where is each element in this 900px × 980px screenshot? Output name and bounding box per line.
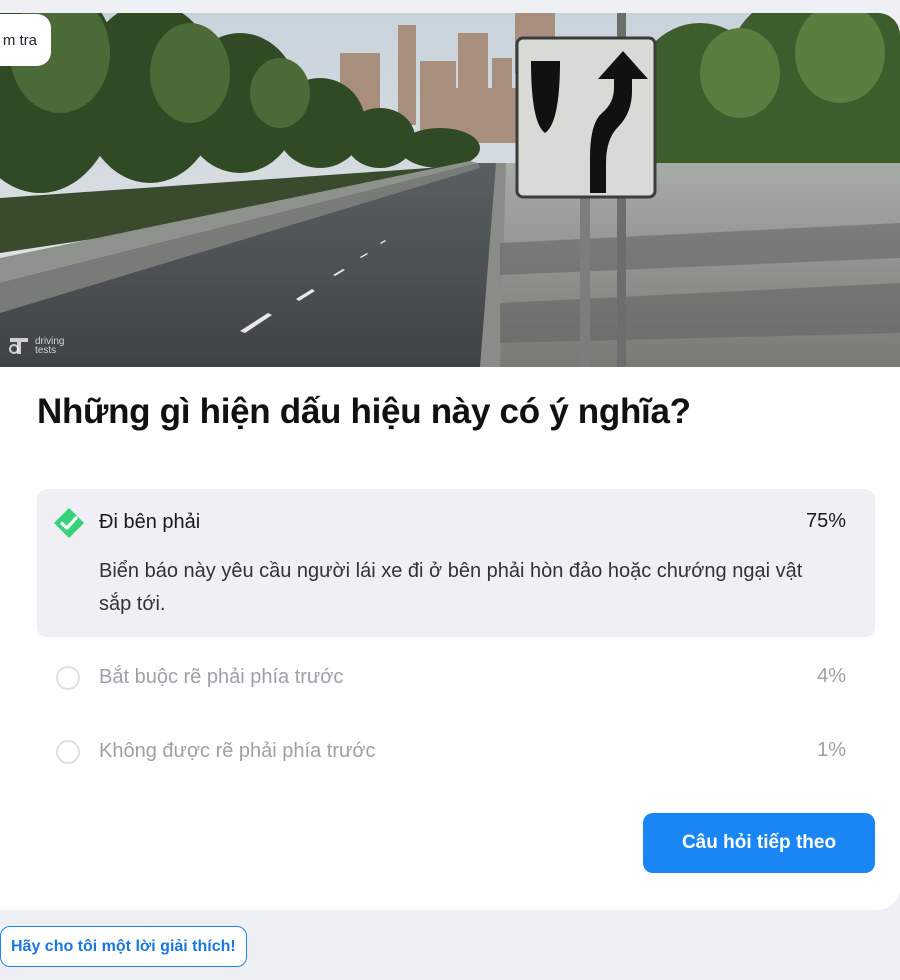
- correct-check-icon: [54, 508, 84, 538]
- answer-option-label: Bắt buộc rẽ phải phía trước: [99, 666, 344, 688]
- answer-option[interactable]: Không được rẽ phải phía trước 1%: [37, 723, 875, 783]
- watermark-text: driving tests: [35, 336, 65, 356]
- driving-tests-logo-icon: [9, 338, 28, 354]
- next-question-button[interactable]: Câu hỏi tiếp theo: [643, 813, 875, 873]
- answer-option-percent: 4%: [817, 665, 846, 687]
- answer-option-percent: 75%: [805, 510, 846, 532]
- radio-circle-icon: [56, 666, 80, 690]
- answer-option-correct[interactable]: Đi bên phải 75% Biển báo này yêu cầu ngư…: [37, 489, 875, 637]
- quiz-mode-tag-label: m tra: [2, 31, 37, 49]
- answer-option-label: Đi bên phải: [99, 511, 201, 533]
- explain-button[interactable]: Hãy cho tôi một lời giải thích!: [0, 926, 247, 967]
- answer-option-label: Không được rẽ phải phía trước: [99, 740, 376, 762]
- road-sign-image: m tra driving tests: [0, 13, 900, 367]
- question-title: Những gì hiện dấu hiệu này có ý nghĩa?: [37, 392, 691, 431]
- quiz-mode-tag[interactable]: m tra: [0, 14, 51, 66]
- driving-tests-watermark: driving tests: [8, 335, 75, 357]
- answer-option[interactable]: Bắt buộc rẽ phải phía trước 4%: [37, 649, 875, 709]
- question-card: m tra driving tests Những gì hiện dấu hi…: [0, 13, 900, 910]
- radio-circle-icon: [56, 740, 80, 764]
- answer-explanation: Biển báo này yêu cầu người lái xe đi ở b…: [99, 560, 803, 615]
- answer-option-percent: 1%: [817, 739, 846, 761]
